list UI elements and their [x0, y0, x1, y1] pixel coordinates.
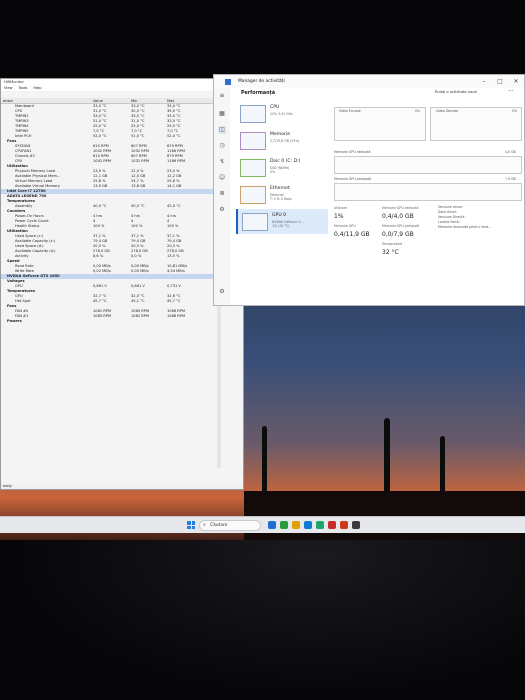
temperature-label: Temperatură	[382, 242, 403, 246]
taskbar-app-icon[interactable]	[292, 521, 300, 529]
history-icon[interactable]: ◷	[218, 142, 226, 150]
menu-tools[interactable]: Tools	[19, 85, 28, 91]
search-box[interactable]: ⌕ Căutare	[199, 520, 261, 531]
menu-bar: View Tools Help	[1, 85, 243, 91]
monitor-bezel	[0, 540, 525, 700]
page-title: Performanță	[241, 91, 276, 96]
dedicated-value: 0,4/4,0 GB	[382, 213, 414, 220]
resource-sub: SSD (NVMe) 0%	[270, 166, 290, 174]
utilization-label: Utilizare	[334, 206, 348, 210]
label-video-decode: Video Decode	[436, 109, 459, 113]
resource-cpu[interactable]: CPU 12% 3,91 GHz	[236, 101, 328, 126]
photo-background: HWMonitor View Tools Help ensor Value Mi…	[0, 0, 525, 700]
menu-icon[interactable]: ≡	[218, 92, 226, 100]
label-video-encode-pct: 0%	[415, 109, 421, 113]
taskbar: ⌕ Căutare	[0, 516, 525, 533]
resource-title: Disc 0 (C: D:)	[270, 159, 301, 164]
taskbar-app-icon[interactable]	[304, 521, 312, 529]
resource-sub: NVIDIA GeForce G... 1% (32 °C)	[272, 220, 304, 228]
processes-icon[interactable]: ▦	[218, 110, 226, 118]
performance-icon[interactable]: ◫	[218, 126, 226, 134]
graph-dedicated	[334, 156, 522, 174]
search-icon: ⌕	[203, 522, 206, 528]
memory-thumbnail	[240, 132, 266, 150]
search-placeholder: Căutare	[210, 523, 228, 528]
sensor-group[interactable]: Powers	[1, 319, 217, 324]
services-icon[interactable]: ⚙	[218, 206, 226, 214]
gpu-memory-label: Memorie GPU	[334, 224, 356, 228]
gpu-thumbnail	[242, 213, 268, 231]
shared-label: Memorie GPU partajată	[382, 224, 420, 228]
resource-list: CPU 12% 3,91 GHz Memorie 3,7/15,8 GB (23…	[236, 101, 328, 236]
resource-sub: 12% 3,91 GHz	[270, 112, 293, 116]
hwmonitor-window[interactable]: HWMonitor View Tools Help ensor Value Mi…	[0, 78, 244, 490]
taskbar-app-icon[interactable]	[268, 521, 276, 529]
temperature-value: 32 °C	[382, 249, 399, 256]
menu-view[interactable]: View	[4, 85, 13, 91]
details-icon[interactable]: ≣	[218, 190, 226, 198]
minimize-button[interactable]: –	[478, 75, 490, 88]
resource-title: Memorie	[270, 132, 291, 137]
shared-value: 0,0/7,9 GB	[382, 231, 414, 238]
run-new-task-button[interactable]: Rulați o activitate nouă	[435, 90, 477, 94]
resource-gpu[interactable]: GPU 0 NVIDIA GeForce G... 1% (32 °C)	[236, 209, 328, 234]
label-shared-max: 7,9 GB	[505, 177, 516, 181]
maximize-button[interactable]: □	[494, 75, 506, 88]
resource-memory[interactable]: Memorie 3,7/15,8 GB (23%)	[236, 128, 328, 153]
resource-sub: Ethernet T: 0 R: 0 Kbps	[270, 193, 292, 201]
left-nav: ≡ ▦ ◫ ◷ ↯ ☺ ≣ ⚙ ⚙	[214, 88, 230, 305]
label-dedicated: Memorie GPU dedicată	[334, 150, 371, 154]
resource-title: Ethernet	[270, 186, 290, 191]
status-bar: eady	[1, 483, 243, 489]
utilization-value: 1%	[334, 213, 344, 220]
label-video-decode-pct: 0%	[512, 109, 518, 113]
label-video-encode: Video Encode	[339, 109, 361, 113]
disk-thumbnail	[240, 159, 266, 177]
reserved-memory-label: Memorie rezervată pentru hard...	[438, 225, 492, 229]
resource-disk[interactable]: Disc 0 (C: D:) SSD (NVMe) 0%	[236, 155, 328, 180]
task-manager-window[interactable]: Manager de activități – □ ✕ ≡ ▦ ◫ ◷ ↯ ☺ …	[213, 74, 525, 306]
taskbar-app-icon[interactable]	[280, 521, 288, 529]
label-dedicated-max: 4,0 GB	[505, 150, 516, 154]
settings-icon[interactable]: ⚙	[218, 288, 226, 296]
task-manager-icon	[225, 79, 231, 85]
close-button[interactable]: ✕	[510, 75, 522, 88]
resource-title: CPU	[270, 105, 280, 110]
taskbar-app-icon[interactable]	[340, 521, 348, 529]
label-shared: Memorie GPU partajată	[334, 177, 372, 181]
menu-help[interactable]: Help	[33, 85, 41, 91]
users-icon[interactable]: ☺	[218, 174, 226, 182]
sensor-list: Mainboard 33,0 °C 33,0 °C 33,0 °C CPU 31,0 °C…	[1, 104, 217, 324]
startup-icon[interactable]: ↯	[218, 158, 226, 166]
taskbar-app-icon[interactable]	[316, 521, 324, 529]
more-options-icon[interactable]: ···	[508, 88, 514, 95]
ethernet-thumbnail	[240, 186, 266, 204]
gpu-memory-value: 0,4/11,9 GB	[334, 231, 370, 238]
cell-name: Powers	[7, 319, 22, 323]
resource-ethernet[interactable]: Ethernet Ethernet T: 0 R: 0 Kbps	[236, 182, 328, 207]
graph-shared	[334, 183, 522, 201]
taskbar-app-icon[interactable]	[328, 521, 336, 529]
gpu-details: Versiune driver: Dată driver: Versiune D…	[438, 205, 491, 230]
dedicated-label: Memorie GPU dedicată	[382, 206, 419, 210]
cpu-thumbnail	[240, 105, 266, 123]
start-button[interactable]	[187, 521, 195, 529]
resource-title: GPU 0	[272, 213, 287, 218]
resource-sub: 3,7/15,8 GB (23%)	[270, 139, 300, 143]
taskbar-app-icon[interactable]	[352, 521, 360, 529]
